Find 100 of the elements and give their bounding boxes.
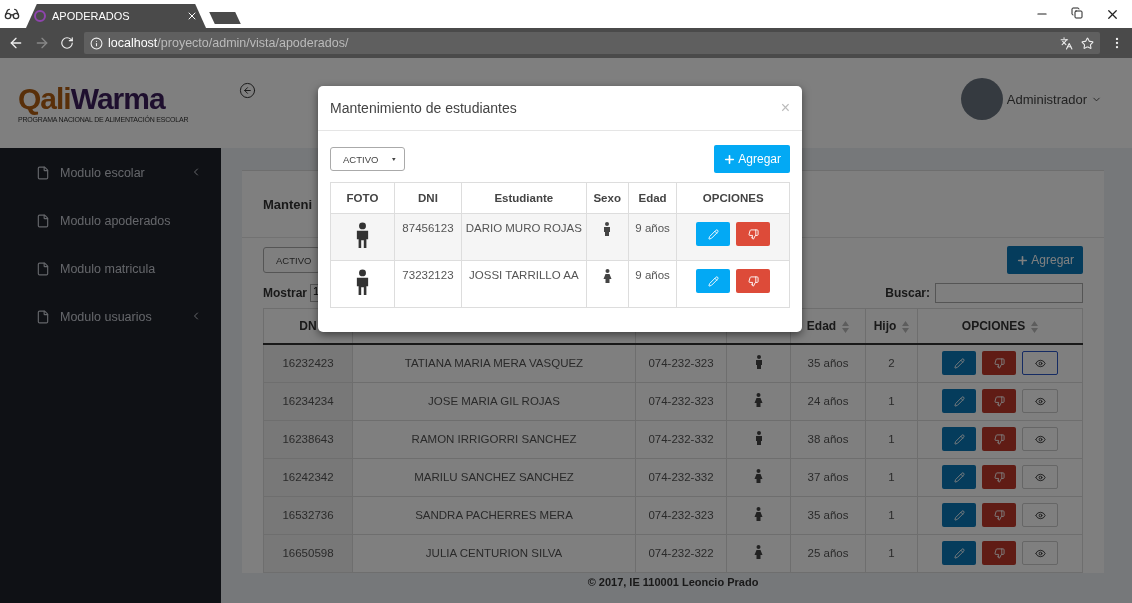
edit-button[interactable] [942,465,976,489]
table-cell: DARIO MURO ROJAS [461,213,587,261]
plus-icon [723,152,737,166]
female-icon [602,269,612,283]
view-button[interactable] [1022,351,1058,376]
show-label: Mostrar [263,286,307,300]
sort-icon[interactable] [902,320,910,333]
back-circle-icon[interactable] [239,82,256,99]
dislike-button[interactable] [982,541,1016,565]
add-button[interactable]: Agregar [1007,246,1083,274]
male-icon [754,431,763,445]
sidebar-item[interactable]: Modulo escolar [0,162,221,210]
status-select[interactable]: ACTIVO [263,247,321,273]
table-cell: 074-232-323 [635,496,727,534]
eye-icon [1034,509,1046,521]
sidebar-item[interactable]: Modulo matricula [0,258,221,306]
avatar [960,78,1003,120]
eye-icon [1034,395,1046,407]
thumbs-down-icon [993,509,1005,521]
favicon-icon [34,10,46,22]
table-cell: 074-232-323 [635,382,727,420]
file-icon [36,310,50,324]
column-header: Estudiante [461,182,587,214]
restore-icon[interactable] [1071,6,1083,19]
eye-icon [1034,357,1046,369]
eye-icon [1034,547,1046,559]
edit-button[interactable] [696,269,731,293]
male-icon [603,222,612,236]
footer-text: © 2017, IE 110001 Leoncio Prado [586,574,760,588]
dislike-button[interactable] [982,427,1016,451]
table-cell: 074-232-332 [635,420,727,458]
browser-tab[interactable]: APODERADOS [26,4,206,28]
edit-button[interactable] [942,427,976,451]
sidebar-item[interactable]: Modulo apoderados [0,210,221,258]
table-cell: 1 [865,534,918,572]
translate-icon[interactable] [1060,36,1073,50]
table-cell: 16232423 [263,344,353,382]
table-cell: JOSE MARIA GIL ROJAS [352,382,636,420]
thumbs-down-icon [993,433,1005,445]
modal-title: Mantenimiento de estudiantes [330,100,517,116]
dislike-button[interactable] [982,389,1016,413]
dislike-button[interactable] [982,503,1016,527]
pencil-icon [707,275,719,287]
thumbs-down-icon [747,228,759,240]
sort-icon[interactable] [842,320,850,333]
table-cell: 1 [865,458,918,496]
edit-button[interactable] [942,351,976,376]
edit-button[interactable] [942,503,976,527]
search-field[interactable] [935,283,1083,303]
edit-button[interactable] [696,222,731,246]
eye-icon [1034,433,1046,445]
incognito-icon [4,6,20,22]
table-cell: SANDRA PACHERRES MERA [352,496,636,534]
table-cell: 35 años [790,496,866,534]
user-menu[interactable]: Administrador [960,78,1102,120]
thumbs-down-icon [993,547,1005,559]
dislike-button[interactable] [736,269,771,293]
table-cell: 2 [865,344,918,382]
table-cell: 73232123 [394,260,462,308]
reload-icon[interactable] [60,36,74,50]
add-button[interactable]: Agregar [714,145,790,173]
table-cell: 16650598 [263,534,353,572]
new-tab-button[interactable] [209,12,241,24]
back-icon[interactable] [8,35,24,51]
file-icon [36,214,50,228]
plus-icon [1016,253,1030,267]
pencil-icon [953,547,965,559]
column-header: DNI [394,182,462,214]
address-field[interactable]: localhost/proyecto/admin/vista/apoderados/ [84,32,1100,54]
dislike-button[interactable] [982,465,1016,489]
status-select[interactable]: ACTIVO [330,147,405,171]
pencil-icon [953,471,965,483]
table-cell: 87456123 [394,213,462,261]
pencil-icon [953,395,965,407]
search-label: Buscar: [885,286,930,300]
sort-icon[interactable] [1031,320,1039,333]
table-cell: 9 años [628,260,677,308]
edit-button[interactable] [942,389,976,413]
pencil-icon [953,509,965,521]
eye-icon [1034,471,1046,483]
table-cell: 16532736 [263,496,353,534]
table-cell: 38 años [790,420,866,458]
dislike-button[interactable] [982,351,1016,376]
info-icon [90,36,103,50]
table-cell: 16242342 [263,458,353,496]
pencil-icon [953,357,965,369]
female-icon [754,507,763,521]
table-cell: 1 [865,496,918,534]
female-icon [754,545,763,559]
table-cell: 24 años [790,382,866,420]
thumbs-down-icon [993,395,1005,407]
forward-icon[interactable] [34,35,50,51]
star-icon[interactable] [1081,36,1094,50]
table-cell: 074-232-323 [635,344,727,382]
thumbs-down-icon [993,471,1005,483]
sidebar-item[interactable]: Modulo usuarios [0,306,221,354]
dislike-button[interactable] [736,222,771,246]
close-tab-icon[interactable] [186,10,198,22]
table-cell: RAMON IRRIGORRI SANCHEZ [352,420,636,458]
edit-button[interactable] [942,541,976,565]
